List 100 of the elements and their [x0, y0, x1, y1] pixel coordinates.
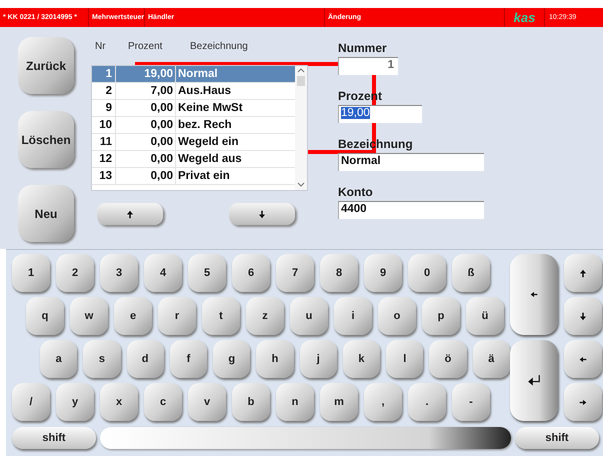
list-row[interactable]: 11 0,00 Wegeld ein	[92, 134, 295, 151]
arrow-up-icon	[579, 268, 587, 278]
table-cell: 0,00	[116, 134, 176, 150]
keyboard-key[interactable]: 3	[100, 254, 138, 292]
keyboard-key[interactable]: j	[300, 340, 337, 378]
keyboard-key[interactable]: s	[83, 340, 121, 378]
keyboard-key[interactable]: q	[26, 297, 64, 335]
input-field[interactable]: 19,00	[338, 105, 422, 123]
arrow-key[interactable]	[564, 254, 602, 292]
keyboard-key[interactable]: .	[408, 383, 446, 421]
input-field[interactable]: 4400	[338, 201, 484, 219]
arrow-left-icon	[579, 354, 587, 364]
keyboard-key[interactable]: ß	[452, 254, 490, 292]
keyboard-key[interactable]: k	[342, 340, 380, 378]
keyboard-key[interactable]: n	[276, 383, 314, 421]
scroll-up-icon[interactable]	[297, 68, 305, 73]
field-label: Konto	[338, 185, 373, 201]
table-cell: 7,00	[116, 83, 176, 99]
scroll-down-button[interactable]	[229, 203, 295, 225]
keyboard-key[interactable]: i	[334, 297, 372, 335]
keyboard-key[interactable]: -	[452, 383, 490, 421]
selected-text: 19,00	[341, 107, 370, 119]
keyboard-key[interactable]: 6	[232, 254, 270, 292]
arrow-left-icon	[530, 290, 538, 299]
action-button[interactable]: Zurück	[18, 37, 74, 94]
list-row[interactable]: 13 0,00 Privat ein	[92, 168, 295, 185]
keyboard-key[interactable]: y	[56, 383, 94, 421]
shift-key[interactable]: shift	[12, 427, 96, 449]
table-cell: 1	[92, 66, 116, 82]
shift-key[interactable]: shift	[515, 427, 599, 449]
table-cell-text: Normal	[177, 68, 218, 80]
backspace-key[interactable]	[510, 254, 558, 335]
table-cell: 12	[92, 151, 116, 167]
keyboard-key[interactable]: 7	[276, 254, 314, 292]
table-cell: 19,00	[116, 66, 176, 82]
action-button[interactable]: Löschen	[18, 111, 74, 168]
keyboard-key[interactable]: z	[246, 297, 284, 335]
keyboard-key[interactable]: ö	[429, 340, 467, 378]
table-cell: 0,00	[116, 100, 176, 116]
arrow-down-icon	[579, 312, 587, 320]
arrow-right-icon	[579, 398, 587, 406]
table-cell: 2	[92, 83, 116, 99]
field-label: Nummer	[338, 41, 387, 57]
keyboard-key[interactable]: f	[170, 340, 208, 378]
keyboard-key[interactable]: 0	[408, 254, 446, 292]
enter-icon	[527, 374, 541, 386]
table-cell: 0,00	[116, 151, 176, 167]
column-header: Bezeichnung	[190, 41, 248, 52]
keyboard-key[interactable]: p	[422, 297, 460, 335]
scrollbar[interactable]	[295, 66, 307, 190]
keyboard-key[interactable]: 8	[320, 254, 358, 292]
keyboard-key[interactable]: m	[320, 383, 358, 421]
table-cell: 11	[92, 134, 116, 150]
keyboard-key[interactable]: w	[70, 297, 108, 335]
scrollbar-thumb[interactable]	[297, 76, 305, 86]
keyboard-key[interactable]: t	[202, 297, 240, 335]
keyboard-key[interactable]: u	[290, 297, 328, 335]
table-cell: 0,00	[116, 117, 176, 133]
keyboard-key[interactable]: g	[213, 340, 250, 378]
column-header: Prozent	[128, 41, 162, 52]
enter-key[interactable]	[510, 340, 558, 421]
column-header: Nr	[95, 41, 106, 52]
keyboard-key[interactable]: /	[12, 383, 50, 421]
keyboard-key[interactable]: d	[126, 340, 164, 378]
keyboard-key[interactable]: e	[114, 297, 152, 335]
space-bar[interactable]	[100, 427, 511, 449]
input-field[interactable]: Normal	[338, 153, 484, 171]
table-cell-text: Keine MwSt	[177, 102, 243, 114]
scroll-down-icon[interactable]	[297, 182, 305, 187]
arrow-key[interactable]	[564, 383, 602, 421]
arrow-key[interactable]	[564, 297, 602, 335]
keyboard-key[interactable]: 2	[56, 254, 94, 292]
keyboard-key[interactable]: ,	[364, 383, 402, 421]
table-cell: 13	[92, 168, 116, 184]
keyboard-key[interactable]: b	[232, 383, 270, 421]
keyboard-key[interactable]: x	[100, 383, 138, 421]
list-row[interactable]: 12 0,00 Wegeld aus	[92, 151, 295, 168]
arrow-key[interactable]	[564, 340, 602, 378]
table-cell-text: bez. Rech	[177, 119, 232, 131]
keyboard-key[interactable]: v	[188, 383, 226, 421]
list-row[interactable]: 10 0,00 bez. Rech	[92, 117, 295, 134]
scroll-up-button[interactable]	[97, 203, 163, 225]
input-field[interactable]: 1	[338, 57, 398, 75]
list-row[interactable]: 2 7,00 Aus.Haus	[92, 83, 295, 100]
keyboard-key[interactable]: 1	[12, 254, 50, 292]
keyboard-key[interactable]: 5	[188, 254, 226, 292]
action-button[interactable]: Neu	[18, 185, 74, 242]
list-row[interactable]: 9 0,00 Keine MwSt	[92, 100, 295, 117]
keyboard-key[interactable]: 4	[144, 254, 182, 292]
keyboard-key[interactable]: 9	[364, 254, 402, 292]
list-row[interactable]: 1 19,00 Normal	[92, 66, 295, 83]
table-cell-text: Wegeld ein	[177, 136, 238, 148]
keyboard-key[interactable]: a	[40, 340, 78, 378]
keyboard-key[interactable]: h	[256, 340, 294, 378]
keyboard-key[interactable]: o	[378, 297, 416, 335]
keyboard-key[interactable]: ä	[472, 340, 510, 378]
keyboard-key[interactable]: ü	[466, 297, 504, 335]
keyboard-key[interactable]: r	[158, 297, 196, 335]
keyboard-key[interactable]: c	[144, 383, 182, 421]
keyboard-key[interactable]: l	[386, 340, 424, 378]
